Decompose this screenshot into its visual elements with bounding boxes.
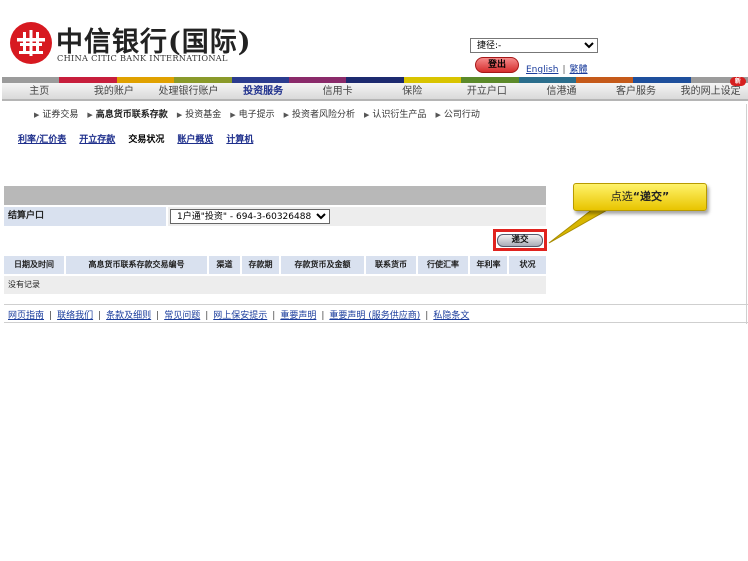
nav-item-my-online-settings[interactable]: 我的网上设定 新 [673, 77, 748, 99]
footer-link-disclaimer-provider[interactable]: 重要声明 (服务供应商) [329, 311, 420, 321]
subnav-risk-profiling[interactable]: ▶ 投资者风险分析 [284, 107, 355, 120]
section-header-bar [4, 186, 546, 205]
footer-divider [4, 304, 748, 305]
nav-item-credit-card[interactable]: 信用卡 [300, 83, 375, 99]
nav-item-open-account[interactable]: 开立户口 [450, 83, 525, 99]
footer-link-privacy[interactable]: 私隐条文 [433, 311, 469, 321]
subnav-linked-deposit[interactable]: ▶ 高息货币联系存款 [87, 107, 167, 120]
subnav-label: 证券交易 [42, 110, 79, 120]
submit-button[interactable]: 递交 [497, 234, 543, 247]
settlement-account-select[interactable]: 1户通"投资" - 694-3-60326488 [170, 209, 330, 224]
sub-navigation: ▶ 证券交易 ▶ 高息货币联系存款 ▶ 投资基金 ▶ 电子提示 ▶ 投资者风险分析 ▶ 认识… [34, 107, 489, 120]
traditional-chinese-link[interactable]: 繁體 [570, 65, 588, 75]
subnav-label: 投资者风险分析 [292, 110, 356, 120]
empty-table-message: 没有记录 [4, 276, 546, 294]
nav-item-investment-services[interactable]: 投资服务 [226, 83, 301, 99]
subnav-label: 电子提示 [238, 110, 275, 120]
column-header: 高息货币联系存款交易编号 [66, 256, 209, 274]
callout-highlight: “递交” [632, 190, 670, 203]
nav-item-xinguangtong[interactable]: 信港通 [524, 83, 599, 99]
footer-separator: | [321, 311, 325, 321]
brand-name-english: CHINA CITIC BANK INTERNATIONAL [57, 53, 228, 63]
footer-link-security-tips[interactable]: 网上保安提示 [213, 311, 267, 321]
settlement-account-label: 结算户口 [4, 207, 166, 226]
tab-open-deposit[interactable]: 开立存款 [79, 132, 115, 145]
tab-calculator[interactable]: 计算机 [226, 132, 253, 145]
subnav-derivatives[interactable]: ▶ 认识衍生产品 [364, 107, 426, 120]
triangle-right-icon: ▶ [283, 111, 290, 119]
page-right-border [746, 104, 747, 324]
nav-item-bank-accounts[interactable]: 处理银行账户 [151, 83, 226, 99]
subnav-label: 高息货币联系存款 [95, 110, 168, 120]
page-tabs: 利率/汇价表 开立存款 交易状况 账户概览 计算机 [18, 132, 266, 145]
tab-rates[interactable]: 利率/汇价表 [18, 132, 66, 145]
column-header: 渠道 [209, 256, 242, 274]
nav-item-my-account[interactable]: 我的账户 [77, 83, 152, 99]
footer-link-terms[interactable]: 条款及细则 [106, 311, 151, 321]
triangle-right-icon: ▶ [364, 111, 370, 119]
column-header: 存款货币及金额 [281, 256, 366, 274]
new-badge: 新 [729, 77, 746, 86]
column-header: 行使汇率 [418, 256, 470, 274]
column-header: 联系货币 [366, 256, 418, 274]
subnav-securities-trading[interactable]: ▶ 证券交易 [34, 107, 78, 120]
subnav-label: 公司行动 [443, 110, 480, 120]
nav-item-home[interactable]: 主页 [2, 83, 77, 99]
english-link[interactable]: English [526, 65, 559, 75]
tab-account-overview[interactable]: 账户概览 [177, 132, 213, 145]
bank-logo-icon [10, 22, 52, 64]
shortcut-select[interactable]: 捷径:- [470, 38, 598, 53]
column-header: 年利率 [470, 256, 509, 274]
nav-item-insurance[interactable]: 保险 [375, 83, 450, 99]
callout-prefix: 点选 [610, 190, 633, 203]
nav-item-customer-service[interactable]: 客户服务 [599, 83, 674, 99]
footer-link-site-guide[interactable]: 网页指南 [8, 311, 44, 321]
triangle-right-icon: ▶ [176, 111, 183, 119]
column-header: 存款期 [242, 256, 281, 274]
column-header: 日期及时间 [4, 256, 66, 274]
tab-transaction-status[interactable]: 交易状况 [128, 132, 164, 145]
triangle-right-icon: ▶ [34, 111, 40, 119]
footer-separator: | [156, 311, 160, 321]
footer-link-contact-us[interactable]: 联络我们 [57, 311, 93, 321]
footer-separator: | [49, 311, 53, 321]
transactions-table-header: 日期及时间 高息货币联系存款交易编号 渠道 存款期 存款货币及金额 联系货币 行… [4, 256, 546, 274]
triangle-right-icon: ▶ [435, 111, 441, 119]
logout-button[interactable]: 登出 [475, 57, 519, 73]
footer-links: 网页指南 | 联络我们 | 条款及细则 | 常见问题 | 网上保安提示 | 重要声明 | 重要声明 (服… [8, 308, 469, 321]
subnav-investment-funds[interactable]: ▶ 投资基金 [177, 107, 221, 120]
subnav-corporate-actions[interactable]: ▶ 公司行动 [435, 107, 479, 120]
subnav-label: 认识衍生产品 [372, 110, 427, 120]
column-header: 状况 [519, 260, 536, 269]
subnav-e-alerts[interactable]: ▶ 电子提示 [230, 107, 274, 120]
triangle-right-icon: ▶ [87, 111, 93, 119]
language-separator: | [562, 65, 566, 75]
instruction-callout: 点选“递交” [573, 183, 707, 211]
footer-separator: | [205, 311, 209, 321]
footer-divider [4, 322, 748, 323]
language-links: English | 繁體 [526, 62, 588, 75]
footer-separator: | [425, 311, 429, 321]
footer-link-disclaimer[interactable]: 重要声明 [280, 311, 316, 321]
footer-separator: | [98, 311, 102, 321]
triangle-right-icon: ▶ [230, 111, 236, 119]
subnav-label: 投资基金 [185, 110, 222, 120]
footer-link-faq[interactable]: 常见问题 [164, 311, 200, 321]
nav-item-my-online-settings-label: 我的网上设定 [680, 86, 741, 97]
footer-separator: | [272, 311, 276, 321]
main-navigation: 主页 我的账户 处理银行账户 投资服务 信用卡 保险 开立户口 信港通 客户服务… [2, 77, 748, 101]
